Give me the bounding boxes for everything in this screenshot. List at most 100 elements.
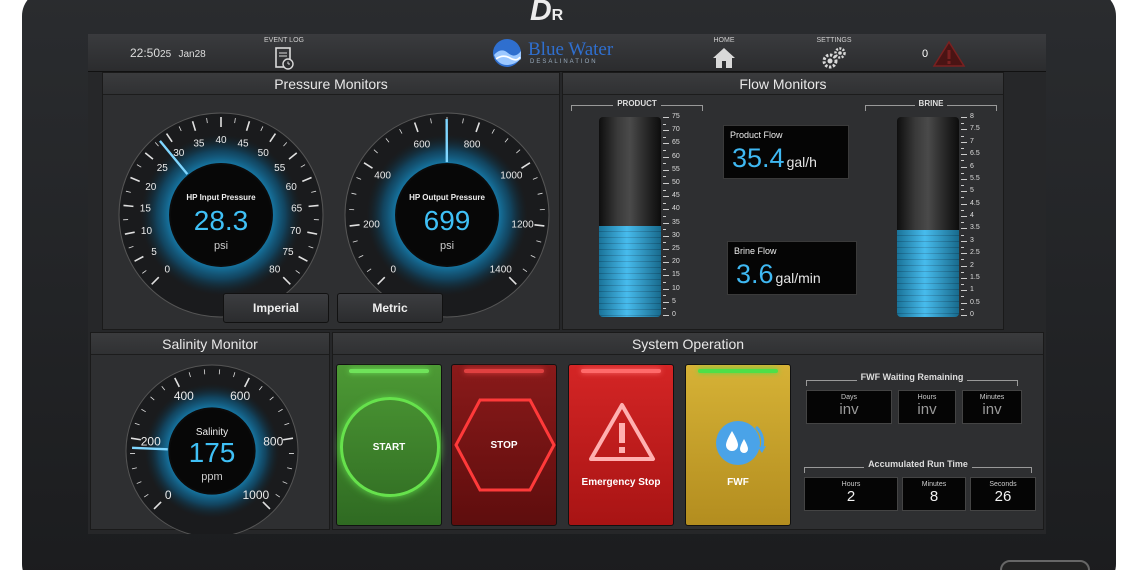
emergency-stop-label: Emergency Stop	[581, 477, 661, 488]
hmi-screen: 22:5025 Jan28 EVENT LOG Blue Water DESAL…	[88, 34, 1046, 534]
scale-tick-label: 5	[970, 187, 974, 195]
gauge-tick-label: 1000	[500, 171, 523, 182]
scale-tick-label: 3.5	[970, 224, 980, 232]
scale-major-tick	[663, 130, 669, 132]
run-minutes-value: 8	[929, 488, 939, 505]
fwf-minutes-value: inv	[982, 401, 1002, 418]
run-hours-box: Hours 2	[804, 477, 898, 511]
hp-input-title: HP Input Pressure	[186, 193, 256, 202]
settings-button[interactable]: SETTINGS	[810, 37, 858, 75]
scale-major-tick	[961, 203, 967, 205]
home-button[interactable]: HOME	[704, 37, 744, 75]
gauge-tick-label: 60	[286, 182, 298, 193]
fwf-button[interactable]: FWF	[685, 364, 791, 526]
hp-output-value: 699	[423, 205, 471, 236]
scale-major-tick	[961, 228, 967, 230]
scale-major-tick	[663, 288, 669, 290]
scale-major-tick	[961, 253, 967, 255]
emergency-stop-button[interactable]: Emergency Stop	[568, 364, 674, 526]
gauge-tick-label: 35	[193, 138, 205, 149]
scale-tick-label: 65	[672, 139, 680, 147]
scale-tick-label: 55	[672, 165, 680, 173]
scale-minor-tick	[663, 189, 666, 191]
start-button[interactable]: START	[336, 364, 442, 526]
alarm-warning-icon[interactable]	[932, 40, 966, 73]
salinity-panel-title: Salinity Monitor	[91, 333, 329, 355]
salinity-value: 175	[188, 437, 236, 468]
brine-flow-label: Brine Flow	[734, 246, 777, 256]
scale-major-tick	[961, 191, 967, 193]
scale-minor-tick	[961, 246, 964, 248]
event-log-button[interactable]: EVENT LOG	[264, 37, 304, 75]
scale-tick-label: 0	[970, 311, 974, 318]
scale-minor-tick	[961, 172, 964, 174]
scale-minor-tick	[961, 308, 964, 310]
fwf-hours-label: Hours	[917, 394, 937, 401]
scale-major-tick	[961, 166, 967, 168]
hp-output-pressure-gauge: 0 200 400 600 800 1000 1200 1400 HP Output Pres…	[339, 107, 555, 318]
scale-minor-tick	[961, 147, 964, 149]
run-time-title: Accumulated Run Time	[804, 459, 1032, 469]
scale-tick-label: 1	[970, 286, 974, 294]
alarm-count: 0	[922, 48, 929, 60]
scale-major-tick	[961, 265, 967, 267]
fwf-label: FWF	[727, 477, 749, 488]
scale-tick-label: 40	[672, 205, 680, 213]
scale-tick-label: 4.5	[970, 199, 980, 207]
scale-tick-label: 45	[672, 192, 680, 200]
brine-flow-tank	[897, 117, 959, 317]
scale-major-tick	[663, 117, 669, 118]
scale-minor-tick	[961, 209, 964, 211]
scale-minor-tick	[961, 160, 964, 162]
scale-major-tick	[663, 275, 669, 277]
scale-minor-tick	[961, 284, 964, 286]
scale-major-tick	[961, 302, 967, 304]
scale-major-tick	[663, 156, 669, 158]
scale-minor-tick	[663, 242, 666, 244]
scale-major-tick	[663, 183, 669, 184]
product-tank-fill	[599, 226, 661, 317]
flow-panel-title: Flow Monitors	[563, 73, 1003, 95]
scale-tick-label: 0	[672, 311, 676, 318]
scale-minor-tick	[961, 259, 964, 261]
fwf-hours-value: inv	[917, 401, 937, 418]
run-seconds-box: Seconds 26	[970, 477, 1036, 511]
stop-button[interactable]: STOP	[451, 364, 557, 526]
scale-tick-label: 5	[672, 297, 676, 305]
salinity-monitor-panel: Salinity Monitor 0 200 400 600 800 1000 Salin…	[90, 332, 330, 534]
brand-name: Blue Water	[528, 39, 614, 60]
scale-minor-tick	[961, 271, 964, 273]
gauge-tick-label: 80	[269, 265, 281, 276]
device-bottom-button[interactable]	[1000, 560, 1090, 570]
system-panel-title: System Operation	[333, 333, 1043, 355]
scale-minor-tick	[663, 295, 666, 297]
scale-major-tick	[663, 315, 669, 316]
gauge-tick-label: 400	[374, 171, 391, 182]
scale-minor-tick	[961, 222, 964, 224]
top-bar: 22:5025 Jan28 EVENT LOG Blue Water DESAL…	[88, 34, 1046, 72]
scale-major-tick	[961, 117, 967, 118]
scale-tick-label: 50	[672, 179, 680, 186]
wave-logo-icon	[493, 39, 521, 67]
scale-tick-label: 10	[672, 284, 680, 292]
scale-major-tick	[663, 301, 669, 303]
scale-tick-label: 25	[672, 245, 680, 252]
gauge-tick-label: 40	[215, 135, 227, 146]
event-log-label: EVENT LOG	[264, 37, 304, 44]
hp-input-pressure-gauge: 0 5 10 15 20 25 30 35 40 45 50 55 60 65 70 75 80 HP Inpu…	[113, 107, 329, 318]
warning-triangle-icon	[589, 403, 655, 461]
scale-major-tick	[961, 216, 967, 217]
fwf-days-value: inv	[839, 401, 859, 418]
settings-label: SETTINGS	[816, 37, 852, 44]
gauge-tick-label: 400	[174, 389, 194, 403]
start-label: START	[372, 442, 406, 453]
brine-scale: 8 7.5 7 6.5 6 5.5 5 4.5 4 3.5 3 2.5 2 1.5 1 0.5 0	[961, 113, 991, 318]
imperial-button[interactable]: Imperial	[223, 293, 329, 323]
scale-tick-label: 4	[970, 212, 974, 219]
scale-minor-tick	[663, 176, 666, 178]
scale-major-tick	[663, 262, 669, 264]
scale-major-tick	[663, 249, 669, 250]
gauge-tick-label: 600	[414, 139, 431, 150]
metric-button[interactable]: Metric	[337, 293, 443, 323]
scale-major-tick	[663, 169, 669, 171]
